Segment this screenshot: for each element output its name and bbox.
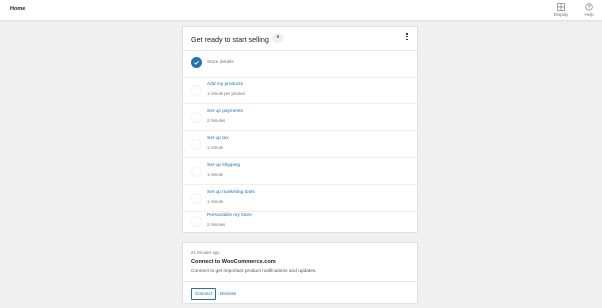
task-count-badge: 6: [272, 33, 284, 43]
dismiss-button[interactable]: Dismiss: [220, 288, 236, 300]
inbox-note-card: 21 minutes ago Connect to WooCommerce.co…: [182, 242, 418, 304]
task-time: 1 minute: [207, 199, 224, 204]
task-time: 1 minute: [207, 145, 224, 150]
task-time: 2 minutes: [207, 222, 226, 227]
task-status-circle-icon: [191, 166, 202, 177]
help-button[interactable]: Help: [578, 3, 600, 17]
task-set-up-shipping[interactable]: Set up shipping 1 minute: [183, 158, 417, 185]
task-list-title: Get ready to start selling: [191, 35, 269, 44]
inbox-note-divider: [183, 281, 417, 282]
inbox-note-title: Connect to WooCommerce.com: [191, 259, 276, 265]
display-button[interactable]: Display: [550, 3, 572, 17]
task-title: Personalize my store: [207, 213, 252, 218]
task-set-up-tax[interactable]: Set up tax 1 minute: [183, 131, 417, 158]
help-label: Help: [584, 12, 594, 17]
task-set-up-payments[interactable]: Set up payments 2 minutes: [183, 104, 417, 131]
inbox-note-body: Connect to get important product notific…: [191, 269, 317, 274]
task-title: Set up tax: [207, 136, 229, 141]
task-title: Store details: [207, 60, 234, 65]
inbox-note-time: 21 minutes ago: [191, 250, 220, 255]
task-title: Set up payments: [207, 109, 243, 114]
task-status-circle-icon: [191, 193, 202, 204]
task-status-circle-icon: [191, 216, 202, 227]
display-icon: [557, 3, 565, 11]
task-title: Add my products: [207, 82, 243, 87]
task-time: 1 minute: [207, 172, 224, 177]
task-add-products[interactable]: Add my products 1 minute per product: [183, 77, 417, 104]
task-title: Set up marketing tools: [207, 190, 255, 195]
task-store-details[interactable]: Store details: [183, 51, 417, 78]
task-time: 2 minutes: [207, 118, 226, 123]
help-icon: [585, 3, 593, 11]
task-status-circle-icon: [191, 85, 202, 96]
top-bar: Home Display Help: [0, 0, 602, 20]
task-title: Set up shipping: [207, 163, 241, 168]
task-personalize-store[interactable]: Personalize my store 2 minutes: [183, 208, 417, 235]
task-time: 1 minute per product: [207, 91, 246, 96]
more-options-icon[interactable]: [405, 33, 409, 43]
task-status-circle-icon: [191, 112, 202, 123]
task-completed-check-icon: [191, 57, 202, 68]
task-list-header: Get ready to start selling 6: [183, 27, 417, 51]
page-title: Home: [10, 6, 26, 12]
task-list-card: Get ready to start selling 6 Store detai…: [182, 26, 418, 233]
task-status-circle-icon: [191, 139, 202, 150]
display-label: Display: [553, 12, 569, 17]
connect-button[interactable]: Connect: [191, 288, 216, 300]
